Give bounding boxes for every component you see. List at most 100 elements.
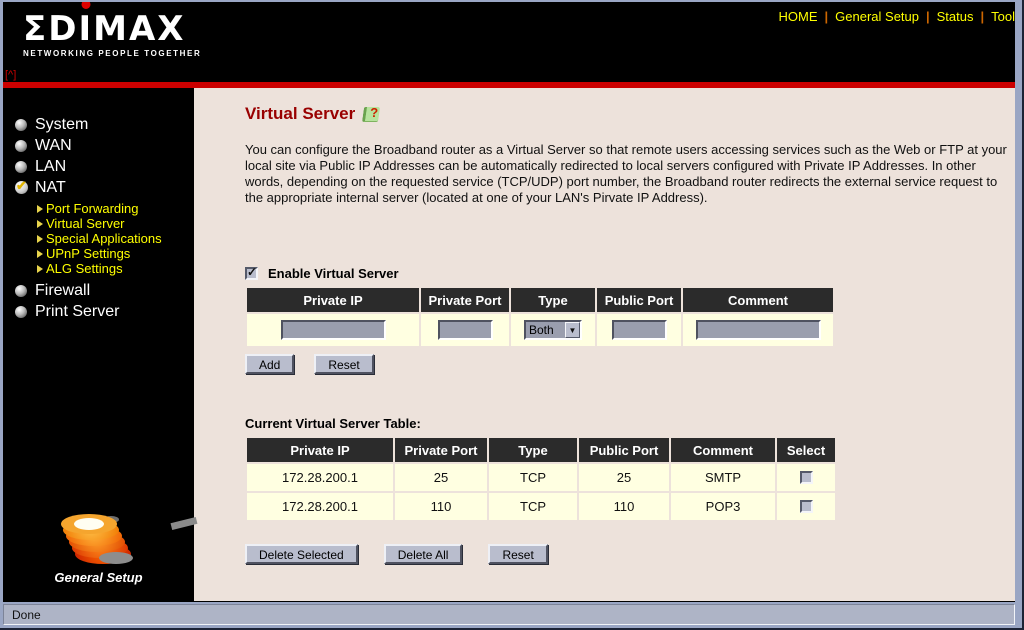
sidebar-subitem-special-applications[interactable]: Special Applications [3, 231, 194, 246]
column-header: Private IP [247, 438, 393, 462]
reset-button[interactable]: Reset [314, 354, 374, 374]
triangle-bullet-icon [37, 249, 43, 258]
nav-tool[interactable]: Tool [991, 9, 1015, 24]
ball-icon [15, 284, 27, 297]
triangle-bullet-icon [37, 219, 43, 228]
column-header: Public Port [579, 438, 669, 462]
private-ip-input[interactable] [280, 320, 386, 340]
cell-type: TCP [489, 493, 577, 520]
main-content: Virtual Server You can configure the Bro… [194, 88, 1015, 601]
delete-selected-button[interactable]: Delete Selected [245, 544, 358, 564]
chevron-down-icon[interactable]: ▼ [565, 322, 580, 338]
sidebar-item-label: WAN [35, 136, 72, 154]
cell-private-port: 110 [395, 493, 487, 520]
delete-all-button[interactable]: Delete All [383, 544, 463, 564]
logo-tagline: NETWORKING PEOPLE TOGETHER [23, 49, 202, 58]
cell-private-ip: 172.28.200.1 [247, 493, 393, 520]
broken-image-marker: [^] [5, 69, 17, 81]
header: ΣDIMAX NETWORKING PEOPLE TOGETHER HOME | G… [3, 2, 1015, 82]
ball-icon [15, 139, 27, 152]
cell-public-port: 25 [579, 464, 669, 491]
virtual-server-form-table: Private IP Private Port Type Public Port… [245, 286, 835, 348]
cell-comment: POP3 [671, 493, 775, 520]
cell-private-ip: 172.28.200.1 [247, 464, 393, 491]
sidebar-subitem-label: UPnP Settings [46, 246, 131, 261]
top-navigation: HOME | General Setup | Status | Tool [779, 9, 1015, 24]
nav-home[interactable]: HOME [779, 9, 818, 24]
page-description: You can configure the Broadband router a… [245, 142, 1007, 205]
browser-window: ΣDIMAX NETWORKING PEOPLE TOGETHER HOME | G… [0, 0, 1024, 630]
column-header: Comment [671, 438, 775, 462]
private-port-input[interactable] [437, 320, 493, 340]
page-viewport: ΣDIMAX NETWORKING PEOPLE TOGETHER HOME | G… [3, 2, 1015, 602]
nav-status[interactable]: Status [937, 9, 974, 24]
sidebar-item-label: Firewall [35, 281, 91, 299]
sidebar-subitem-alg-settings[interactable]: ALG Settings [3, 261, 194, 276]
disc-stack-icon [61, 514, 198, 566]
comment-input[interactable] [695, 320, 821, 340]
table-row: 172.28.200.1 25 TCP 25 SMTP [247, 464, 835, 491]
sidebar-subitem-label: Special Applications [46, 231, 162, 246]
reset-table-button[interactable]: Reset [488, 544, 548, 564]
column-header: Type [489, 438, 577, 462]
sidebar-item-label: LAN [35, 157, 67, 175]
logo-text-suffix: MAX [93, 9, 186, 49]
column-header: Select [777, 438, 835, 462]
row-select-checkbox[interactable] [799, 500, 813, 513]
triangle-bullet-icon [37, 204, 43, 213]
ball-icon [15, 305, 27, 318]
sidebar-subitem-port-forwarding[interactable]: Port Forwarding [3, 201, 194, 216]
cell-type: TCP [489, 464, 577, 491]
edimax-logo: ΣDIMAX NETWORKING PEOPLE TOGETHER [23, 12, 201, 58]
nav-separator: | [926, 9, 930, 24]
column-header: Private Port [395, 438, 487, 462]
sidebar-item-wan[interactable]: WAN [3, 135, 194, 156]
checkmark-icon [15, 178, 28, 194]
general-setup-logo: General Setup [3, 514, 198, 589]
nav-separator: | [980, 9, 985, 24]
public-port-input[interactable] [611, 320, 667, 340]
column-header: Comment [683, 288, 833, 312]
sidebar-item-lan[interactable]: LAN [3, 156, 194, 177]
enable-virtual-server-checkbox[interactable] [245, 265, 258, 280]
sidebar-item-print-server[interactable]: Print Server [3, 301, 194, 322]
sidebar-item-label: System [35, 115, 89, 133]
table-row: 172.28.200.1 110 TCP 110 POP3 [247, 493, 835, 520]
cell-private-port: 25 [395, 464, 487, 491]
sidebar-subitem-label: Port Forwarding [46, 201, 139, 216]
enable-virtual-server-label: Enable Virtual Server [268, 266, 399, 281]
column-header: Public Port [597, 288, 681, 312]
type-select-value: Both [529, 323, 554, 337]
page-title: Virtual Server [245, 104, 356, 123]
sidebar-item-label: Print Server [35, 302, 120, 320]
add-button[interactable]: Add [245, 354, 295, 374]
nat-submenu: Port Forwarding Virtual Server Special A… [3, 201, 194, 276]
sidebar-subitem-label: Virtual Server [46, 216, 125, 231]
sidebar-subitem-upnp-settings[interactable]: UPnP Settings [3, 246, 194, 261]
cell-comment: SMTP [671, 464, 775, 491]
column-header: Private IP [247, 288, 419, 312]
sidebar: System WAN LAN NAT Port Forwa [3, 88, 198, 601]
nav-separator: | [824, 9, 829, 24]
general-setup-label: General Setup [54, 570, 143, 585]
help-book-icon[interactable] [362, 106, 381, 122]
sidebar-item-firewall[interactable]: Firewall [3, 280, 194, 301]
status-text: Done [12, 607, 41, 622]
sidebar-subitem-label: ALG Settings [46, 261, 123, 276]
nav-general-setup[interactable]: General Setup [835, 9, 919, 24]
browser-status-bar: Done [3, 604, 1015, 625]
row-select-checkbox[interactable] [799, 471, 813, 484]
sidebar-subitem-virtual-server[interactable]: Virtual Server [3, 216, 194, 231]
current-table-label: Current Virtual Server Table: [245, 416, 421, 431]
triangle-bullet-icon [37, 264, 43, 273]
logo-text-prefix: ΣD [23, 9, 79, 49]
cell-public-port: 110 [579, 493, 669, 520]
logo-wordmark: ΣDIMAX [23, 12, 201, 46]
ball-icon [15, 160, 27, 173]
current-virtual-server-table: Private IP Private Port Type Public Port… [245, 436, 837, 522]
sidebar-item-system[interactable]: System [3, 114, 194, 135]
logo-red-dot-i: I [78, 9, 94, 49]
sidebar-item-nat[interactable]: NAT [3, 177, 194, 198]
column-header: Private Port [421, 288, 509, 312]
type-select[interactable]: Both ▼ [524, 320, 582, 340]
